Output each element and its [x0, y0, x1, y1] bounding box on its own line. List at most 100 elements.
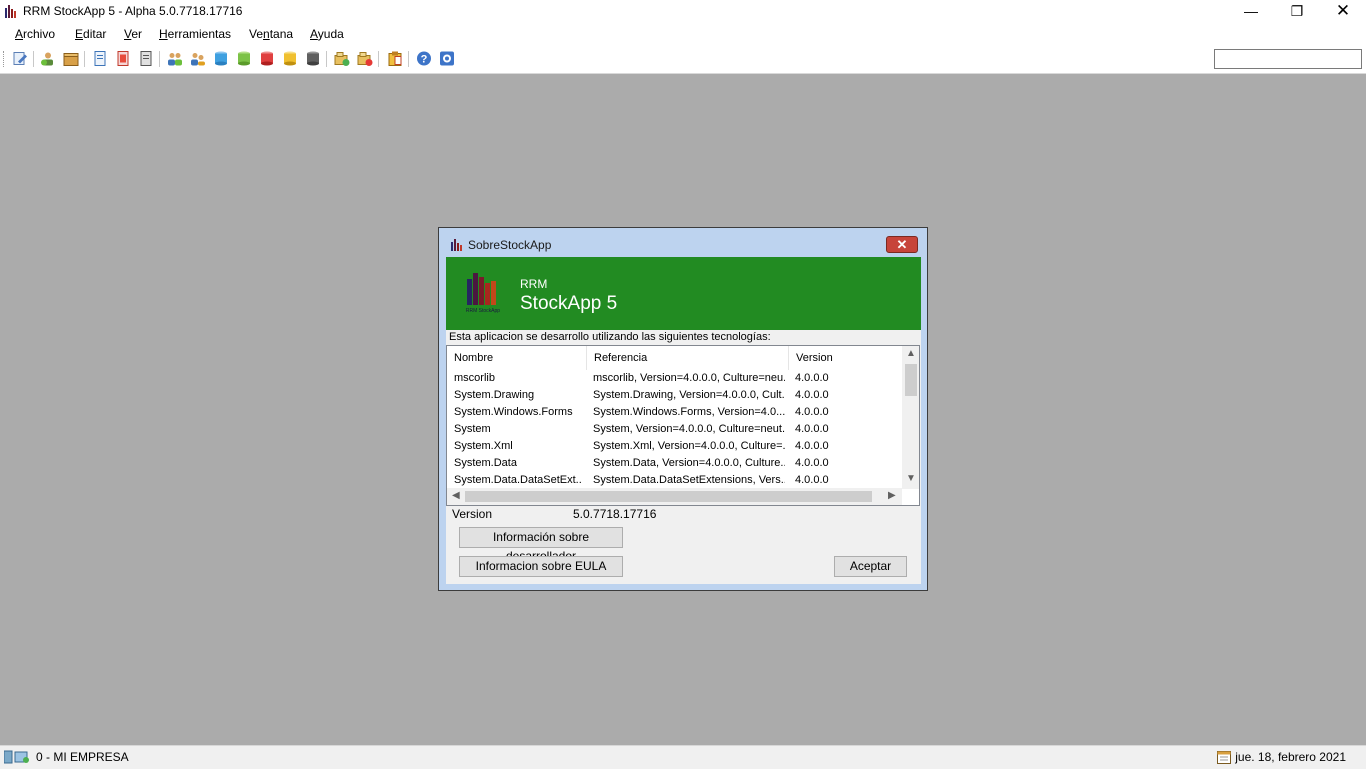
accept-button[interactable]: Aceptar	[834, 556, 907, 577]
scroll-down-icon[interactable]: ▼	[906, 473, 916, 484]
technologies-label: Esta aplicacion se desarrollo utilizando…	[449, 331, 771, 343]
horizontal-scroll-thumb[interactable]	[465, 491, 872, 502]
menu-ventana[interactable]: Ventana	[249, 27, 293, 41]
scroll-right-icon[interactable]: ▶	[888, 490, 896, 501]
users-move-icon[interactable]	[190, 50, 206, 67]
menu-bar: Archivo Editar Ver Herramientas Ventana …	[0, 24, 1366, 45]
add-user-icon[interactable]	[40, 50, 56, 67]
logo-caption: RRM StockApp	[466, 308, 500, 314]
add-folder-icon[interactable]	[334, 50, 350, 67]
technologies-list[interactable]: Nombre Referencia Version mscorlib mscor…	[446, 345, 920, 506]
minimize-button[interactable]: —	[1228, 0, 1274, 24]
cell-version: 4.0.0.0	[795, 440, 829, 452]
cell-nombre: System.Windows.Forms	[454, 406, 573, 418]
cell-referencia: System, Version=4.0.0.0, Culture=neut...	[593, 423, 785, 435]
column-header-nombre[interactable]: Nombre	[447, 346, 587, 370]
status-company: 0 - MI EMPRESA	[4, 750, 129, 764]
database-gray-icon[interactable]	[305, 50, 321, 67]
table-row[interactable]: System.Data.DataSetExt... System.Data.Da…	[447, 472, 902, 489]
cell-referencia: System.Data.DataSetExtensions, Vers...	[593, 474, 785, 486]
menu-mnemonic: A	[310, 27, 318, 41]
banner: RRM StockApp RRM StockApp 5	[446, 257, 921, 330]
menu-mnemonic: A	[15, 27, 24, 41]
version-label: Version	[452, 507, 493, 521]
eula-info-button[interactable]: Informacion sobre EULA	[459, 556, 623, 577]
developer-info-button[interactable]: Información sobre desarrollador	[459, 527, 623, 563]
table-row[interactable]: System.Windows.Forms System.Windows.Form…	[447, 404, 902, 421]
menu-herramientas[interactable]: Herramientas	[159, 27, 231, 41]
window-title: RRM StockApp 5 - Alpha 5.0.7718.17716	[23, 4, 243, 18]
cell-version: 4.0.0.0	[795, 457, 829, 469]
menu-ver[interactable]: Ver	[124, 27, 142, 41]
horizontal-scrollbar[interactable]: ◀ ▶	[447, 488, 902, 505]
remove-folder-icon[interactable]	[357, 50, 373, 67]
document-blue-icon[interactable]	[92, 50, 108, 67]
vertical-scroll-thumb[interactable]	[905, 364, 917, 396]
clipboard-icon[interactable]	[387, 50, 403, 67]
cell-referencia: mscorlib, Version=4.0.0.0, Culture=neu..…	[593, 372, 785, 384]
toolbar-separator	[408, 51, 409, 67]
list-header: Nombre Referencia Version	[447, 346, 902, 370]
column-header-referencia[interactable]: Referencia	[587, 346, 789, 370]
status-bar: 0 - MI EMPRESA jue. 18, febrero 2021	[0, 745, 1366, 769]
toolbar-search-input[interactable]	[1214, 49, 1362, 69]
column-header-version[interactable]: Version	[789, 346, 902, 370]
database-blue-icon[interactable]	[213, 50, 229, 67]
app-logo-icon	[451, 239, 462, 251]
cell-version: 4.0.0.0	[795, 423, 829, 435]
database-yellow-icon[interactable]	[282, 50, 298, 67]
dialog-close-button[interactable]: ✕	[886, 236, 918, 253]
cell-referencia: System.Xml, Version=4.0.0.0, Culture=...	[593, 440, 785, 452]
table-row[interactable]: mscorlib mscorlib, Version=4.0.0.0, Cult…	[447, 370, 902, 387]
menu-label: ditar	[83, 27, 107, 41]
users-group-icon[interactable]	[167, 50, 183, 67]
database-red-icon[interactable]	[259, 50, 275, 67]
title-bar: RRM StockApp 5 - Alpha 5.0.7718.17716 — …	[0, 0, 1366, 24]
cell-version: 4.0.0.0	[795, 389, 829, 401]
menu-label: yuda	[317, 27, 344, 41]
maximize-button[interactable]: ❐	[1274, 0, 1320, 24]
stockapp-logo: RRM StockApp	[462, 271, 504, 315]
calendar-icon	[1217, 751, 1232, 764]
menu-label: rchivo	[23, 27, 56, 41]
cell-version: 4.0.0.0	[795, 474, 829, 486]
menu-ayuda[interactable]: Ayuda	[310, 27, 344, 41]
about-icon[interactable]	[439, 50, 455, 67]
close-button[interactable]: ✕	[1320, 0, 1366, 24]
menu-editar[interactable]: Editar	[75, 27, 106, 41]
toolbar-separator	[33, 51, 34, 67]
cell-version: 4.0.0.0	[795, 372, 829, 384]
vertical-scrollbar[interactable]: ▲ ▼	[902, 346, 919, 489]
date-label: jue. 18, febrero 2021	[1235, 750, 1346, 764]
table-row[interactable]: System.Drawing System.Drawing, Version=4…	[447, 387, 902, 404]
table-row[interactable]: System System, Version=4.0.0.0, Culture=…	[447, 421, 902, 438]
app-logo-icon	[5, 5, 16, 18]
table-row[interactable]: System.Data System.Data, Version=4.0.0.0…	[447, 455, 902, 472]
banner-title: StockApp 5	[520, 293, 618, 314]
scroll-left-icon[interactable]: ◀	[452, 490, 460, 501]
scroll-up-icon[interactable]: ▲	[906, 348, 916, 359]
cell-nombre: System	[454, 423, 491, 435]
version-value: 5.0.7718.17716	[573, 507, 657, 521]
dialog-content: RRM StockApp RRM StockApp 5 Esta aplicac…	[446, 257, 921, 584]
cell-nombre: System.Drawing	[454, 389, 535, 401]
toolbar-grip[interactable]	[3, 51, 7, 67]
table-row[interactable]: System.Xml System.Xml, Version=4.0.0.0, …	[447, 438, 902, 455]
database-green-icon[interactable]	[236, 50, 252, 67]
help-icon[interactable]: ?	[416, 50, 432, 67]
document-gray-icon[interactable]	[138, 50, 154, 67]
document-red-icon[interactable]	[115, 50, 131, 67]
toolbar-separator	[159, 51, 160, 67]
cell-nombre: mscorlib	[454, 372, 495, 384]
about-dialog: SobreStockApp ✕ RRM StockApp RRM StockAp…	[438, 227, 928, 591]
menu-label: tana	[269, 27, 294, 41]
menu-archivo[interactable]: Archivo	[15, 27, 55, 41]
toolbar: ?	[0, 45, 1366, 74]
edit-doc-icon[interactable]	[12, 50, 28, 67]
company-icon	[4, 750, 29, 764]
cell-nombre: System.Data	[454, 457, 517, 469]
cell-nombre: System.Xml	[454, 440, 513, 452]
box-icon[interactable]	[63, 50, 79, 67]
toolbar-separator	[84, 51, 85, 67]
menu-mnemonic: H	[159, 27, 168, 41]
